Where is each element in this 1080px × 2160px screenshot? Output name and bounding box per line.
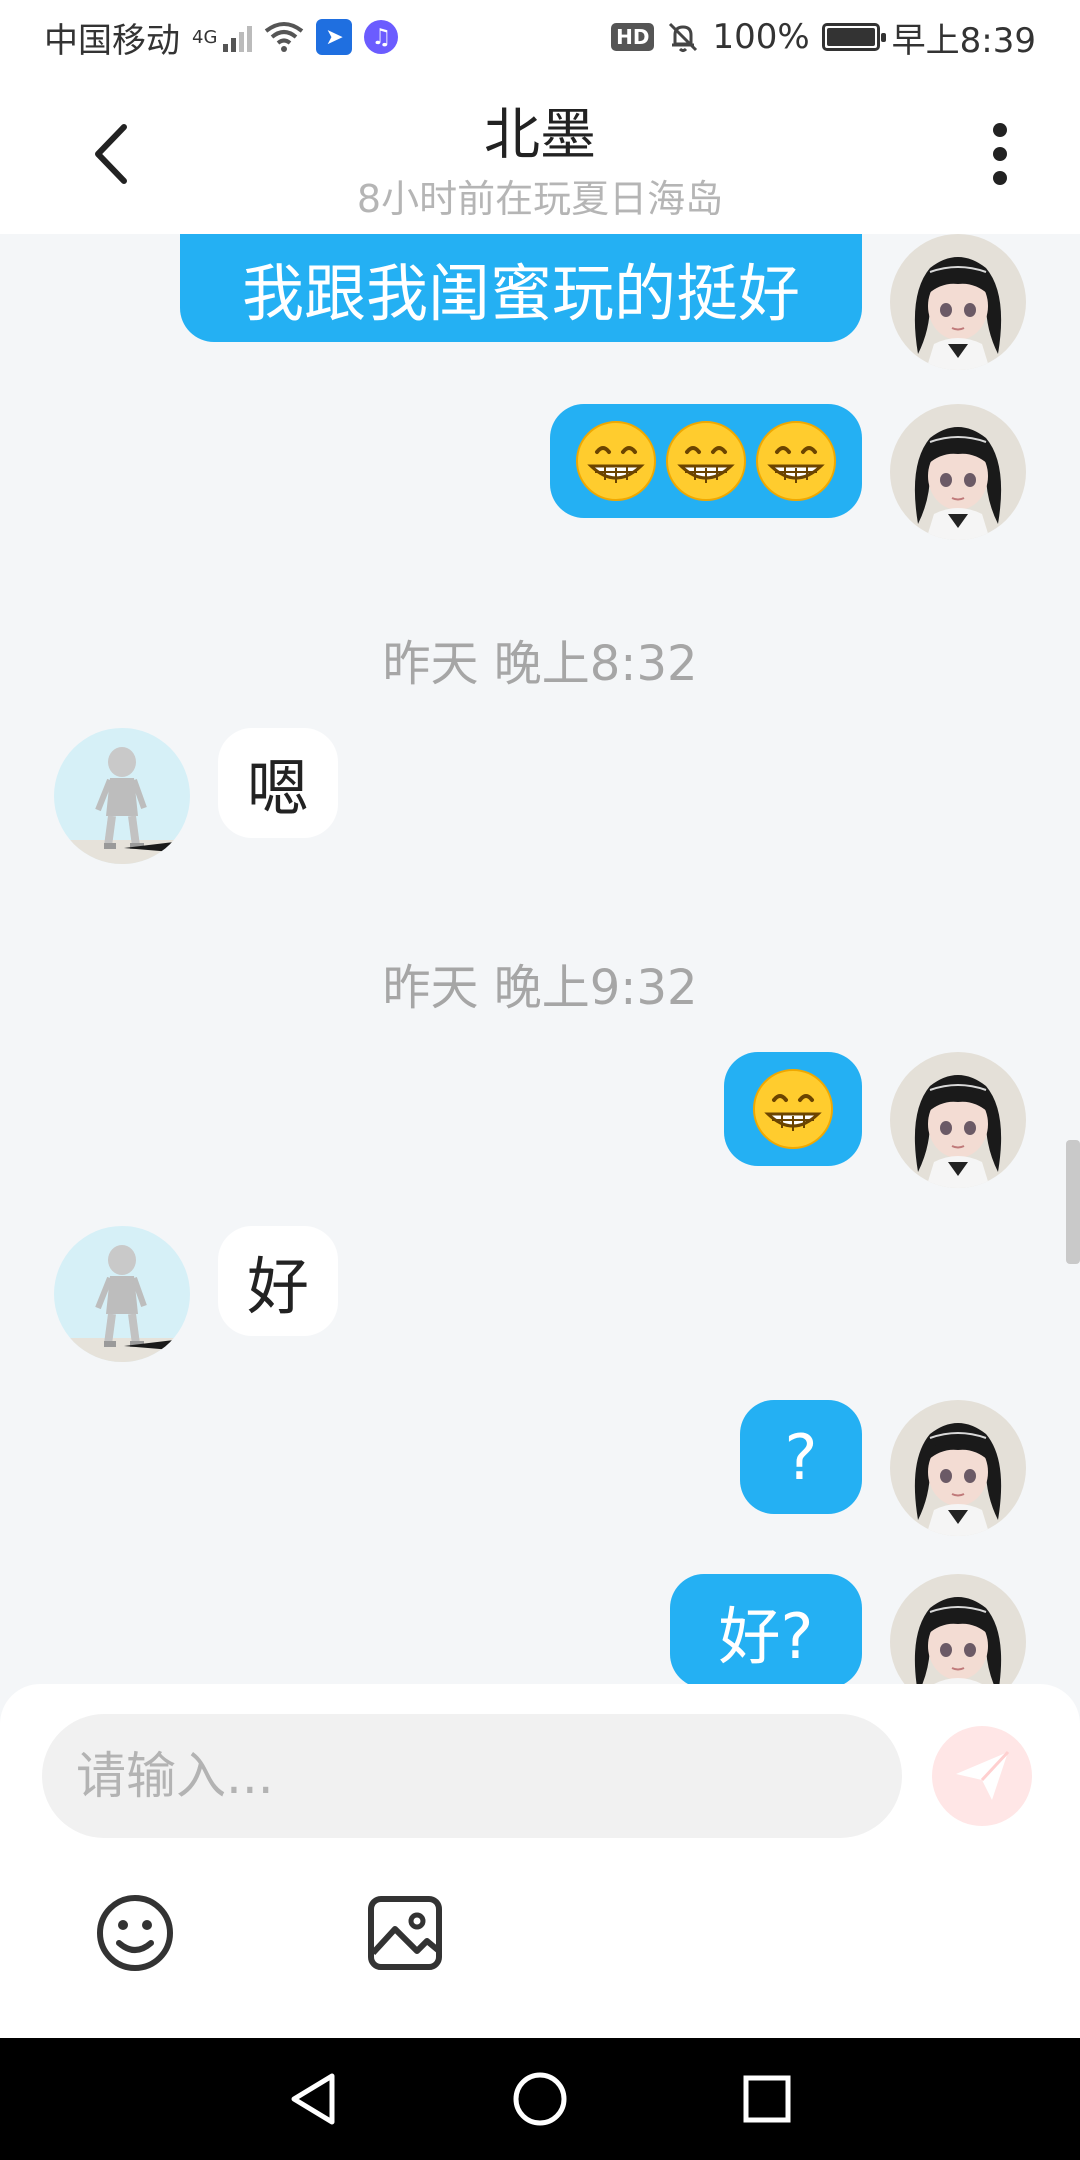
battery-fill	[826, 28, 875, 46]
outgoing-emoji-message[interactable]	[550, 404, 862, 518]
network-type-label: 4G	[192, 26, 218, 48]
status-right: HD 100% 早上8:39	[611, 13, 1036, 62]
emoji-button[interactable]	[90, 1888, 180, 1978]
bell-off-icon	[669, 22, 698, 52]
music-notification-icon: ♫	[364, 20, 399, 54]
timestamp-divider: 昨天 晚上9:32	[382, 960, 698, 1016]
more-options-button[interactable]	[960, 114, 1040, 194]
carrier-label: 中国移动	[44, 20, 180, 61]
contact-avatar[interactable]	[54, 728, 190, 864]
send-button[interactable]	[932, 1726, 1032, 1826]
status-left: 中国移动 4G ➤ ♫	[44, 13, 399, 62]
battery-icon	[821, 23, 886, 51]
my-avatar[interactable]	[890, 404, 1026, 540]
contact-name: 北墨	[484, 103, 596, 168]
message-list[interactable]: 我跟我闺蜜玩的挺好 昨天 晚上8:32 嗯 昨天 晚上9:32 好 ? 好?	[0, 234, 1080, 1684]
my-avatar[interactable]	[890, 234, 1026, 370]
smiley-icon	[97, 1895, 173, 1971]
wifi-icon	[265, 22, 304, 52]
message-text: 好?	[718, 1600, 814, 1673]
grinning-face-emoji-icon	[755, 420, 837, 502]
message-text: ?	[784, 1420, 818, 1494]
message-text: 嗯	[246, 752, 309, 825]
app-notification-icon: ➤	[316, 19, 353, 55]
outgoing-emoji-message[interactable]	[724, 1052, 862, 1166]
incoming-message[interactable]: 好	[218, 1226, 338, 1336]
image-icon	[368, 1896, 442, 1970]
incoming-message[interactable]: 嗯	[218, 728, 338, 838]
my-avatar[interactable]	[890, 1052, 1026, 1188]
hd-badge: HD	[611, 23, 655, 51]
scrollbar-thumb[interactable]	[1066, 1140, 1080, 1264]
outgoing-message[interactable]: 我跟我闺蜜玩的挺好	[180, 234, 862, 342]
triangle-back-icon	[291, 2073, 335, 2125]
message-input[interactable]	[42, 1714, 902, 1838]
grinning-face-emoji-icon	[575, 420, 657, 502]
my-avatar[interactable]	[890, 1574, 1026, 1684]
outgoing-message[interactable]: 好?	[670, 1574, 862, 1684]
cell-signal-icon	[223, 22, 253, 52]
battery-percent: 100%	[712, 17, 810, 57]
circle-home-icon	[513, 2072, 567, 2126]
square-recents-icon	[743, 2075, 791, 2123]
contact-avatar[interactable]	[54, 1226, 190, 1362]
image-button[interactable]	[360, 1888, 450, 1978]
clock: 早上8:39	[891, 20, 1036, 61]
grinning-face-emoji-icon	[752, 1068, 834, 1150]
timestamp-divider: 昨天 晚上8:32	[382, 636, 698, 692]
status-bar: 中国移动 4G ➤ ♫ HD 100% 早上8:39	[0, 0, 1080, 74]
contact-status: 8小时前在玩夏日海岛	[356, 177, 724, 221]
my-avatar[interactable]	[890, 1400, 1026, 1536]
more-vertical-icon	[993, 123, 1007, 185]
grinning-face-emoji-icon	[665, 420, 747, 502]
outgoing-message[interactable]: ?	[740, 1400, 862, 1514]
message-text: 我跟我闺蜜玩的挺好	[241, 257, 800, 330]
message-text: 好	[246, 1250, 309, 1323]
system-navigation-bar	[0, 2038, 1080, 2160]
input-panel	[0, 1684, 1080, 2038]
nav-back-button[interactable]	[273, 2059, 353, 2139]
nav-recents-button[interactable]	[727, 2059, 807, 2139]
paper-plane-icon	[956, 1750, 1010, 1800]
nav-home-button[interactable]	[500, 2059, 580, 2139]
chat-header: 北墨 8小时前在玩夏日海岛	[0, 74, 1080, 234]
